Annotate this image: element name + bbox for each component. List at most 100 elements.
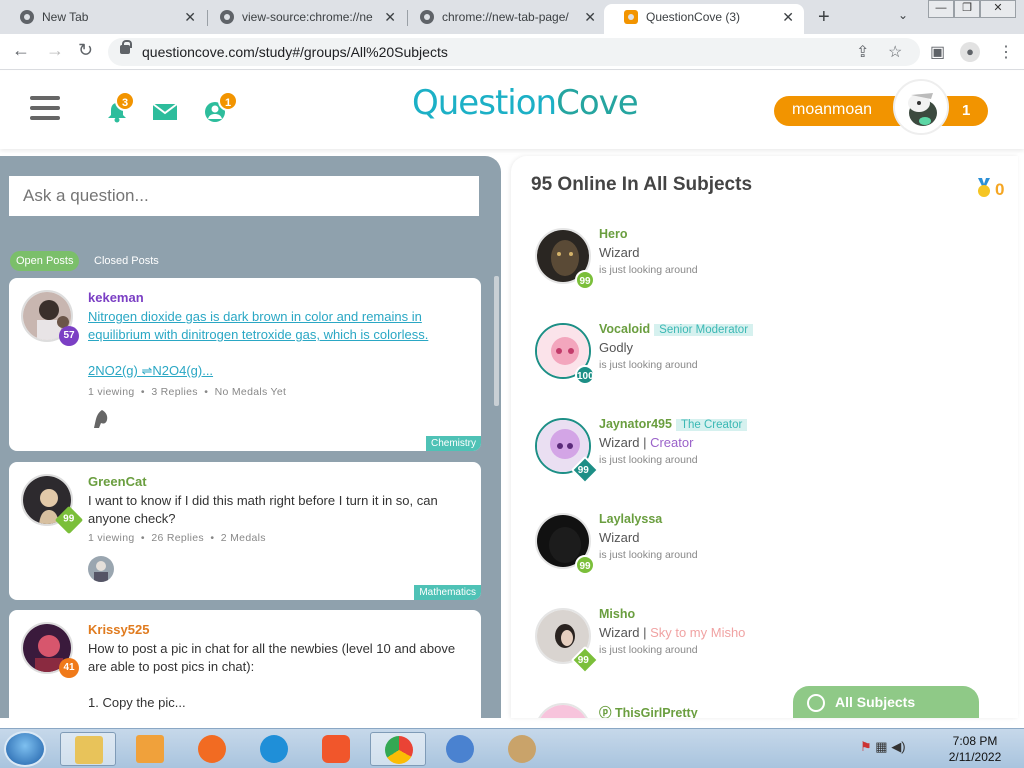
online-user-avatar[interactable] (535, 703, 591, 718)
taskbar-explorer[interactable] (60, 732, 116, 766)
forward-arrow-icon[interactable]: → (46, 40, 64, 61)
messages-envelope-icon[interactable] (152, 101, 178, 123)
online-user-role: Wizard | Creator (599, 435, 694, 450)
chrome-icon (420, 10, 434, 24)
taskbar-firefox[interactable] (184, 732, 240, 766)
role-tag: The Creator (675, 419, 748, 431)
address-bar[interactable]: questioncove.com/study#/groups/All%20Sub… (108, 38, 920, 66)
network-icon[interactable]: ▦ (875, 739, 887, 754)
browser-tab-view-source[interactable]: view-source:chrome://ne ✕ (200, 4, 406, 34)
questioncove-logo[interactable]: QuestionCove (412, 83, 639, 123)
post-card[interactable]: 41 Krissy525 How to post a pic in chat f… (9, 610, 481, 718)
tab-search-chevron-icon[interactable]: ⌄ (898, 8, 908, 22)
action-center-flag-icon[interactable]: ⚑ (860, 739, 872, 754)
post-username[interactable]: GreenCat (88, 474, 147, 489)
online-users-panel: 95 Online In All Subjects 0 99 Hero Wiza… (511, 156, 1018, 718)
user-profile-pill[interactable]: moanmoan 1 (774, 96, 988, 126)
online-username[interactable]: Vocaloid Senior Moderator (599, 322, 754, 336)
infinity-icon (807, 694, 825, 712)
profile-icon[interactable]: ● (960, 42, 980, 62)
subject-tag-mathematics[interactable]: Mathematics (414, 585, 481, 600)
all-subjects-label: All Subjects (835, 694, 916, 710)
chromium-icon (446, 735, 474, 763)
post-text-line: equilibrium with dinitrogen tetroxide ga… (88, 327, 429, 342)
online-username[interactable]: Laylalyssa (599, 512, 662, 526)
post-text[interactable]: Nitrogen dioxide gas is dark brown in co… (88, 308, 458, 380)
online-username[interactable]: Jaynator495 The Creator (599, 417, 748, 431)
online-user[interactable]: 99 Hero Wizard is just looking around (535, 227, 995, 308)
taskbar-brave[interactable] (308, 732, 364, 766)
chrome-icon (220, 10, 234, 24)
questions-panel: Open Posts Closed Posts 57 kekeman Nitro… (0, 156, 501, 718)
online-users-title: 95 Online In All Subjects (531, 174, 753, 195)
new-tab-button[interactable]: + (818, 6, 830, 29)
system-clock[interactable]: 7:08 PM 2/11/2022 (940, 733, 1010, 765)
close-tab-icon[interactable]: ✕ (184, 4, 196, 30)
volume-icon[interactable]: ◀) (891, 739, 905, 754)
chrome-icon (385, 736, 413, 764)
taskbar-chrome[interactable] (370, 732, 426, 766)
post-card[interactable]: 99 GreenCat I want to know if I did this… (9, 462, 481, 600)
taskbar-chromium[interactable] (432, 732, 488, 766)
online-user[interactable]: 99 Jaynator495 The Creator Wizard | Creat… (535, 417, 995, 498)
reload-icon[interactable]: ↻ (78, 40, 93, 61)
taskbar-edge[interactable] (246, 732, 302, 766)
url-text[interactable]: questioncove.com/study#/groups/All%20Sub… (142, 44, 448, 60)
online-user-status: is just looking around (599, 549, 698, 561)
tab-closed-posts[interactable]: Closed Posts (88, 251, 165, 271)
online-username[interactable]: Misho (599, 607, 635, 621)
online-user[interactable]: 99 Laylalyssa Wizard is just looking aro… (535, 512, 995, 593)
bookmark-star-icon[interactable]: ☆ (888, 42, 902, 62)
close-tab-icon[interactable]: ✕ (584, 4, 596, 30)
tab-title: QuestionCove (3) (646, 10, 741, 24)
menu-kebab-icon[interactable]: ⋮ (998, 42, 1014, 62)
tab-open-posts[interactable]: Open Posts (10, 251, 80, 271)
share-icon[interactable]: ⇪ (856, 42, 869, 62)
browser-tab-new-tab-page[interactable]: chrome://new-tab-page/ ✕ (400, 4, 606, 34)
post-text-line: 2NO2(g) ⇌N2O4(g)... (88, 363, 214, 378)
online-user[interactable]: 99 Misho Wizard | Sky to my Misho is jus… (535, 607, 995, 688)
close-window-button[interactable]: ✕ (980, 0, 1016, 18)
clock-date: 2/11/2022 (948, 750, 1002, 764)
windows-taskbar: ⚑ ▦ ◀) 7:08 PM 2/11/2022 (0, 728, 1024, 768)
friends-badge: 1 (218, 91, 238, 111)
online-username[interactable]: ⓟ ThisGirlPretty (599, 702, 698, 718)
tab-title: New Tab (42, 10, 89, 24)
online-user[interactable]: 100 Vocaloid Senior Moderator Godly is ju… (535, 322, 995, 403)
taskbar-paint[interactable] (494, 732, 550, 766)
browser-toolbar: ← → ↻ questioncove.com/study#/groups/All… (0, 34, 1024, 70)
browser-tab-strip: New Tab ✕ view-source:chrome://ne ✕ chro… (0, 0, 1024, 34)
subject-tag-chemistry[interactable]: Chemistry (425, 436, 481, 451)
chrome-icon (20, 10, 34, 24)
post-username[interactable]: Krissy525 (88, 622, 149, 637)
replier-avatar (88, 406, 114, 432)
browser-tab-questioncove[interactable]: QuestionCove (3) ✕ (604, 4, 804, 34)
system-tray: ⚑ ▦ ◀) (860, 739, 906, 755)
hamburger-menu-icon[interactable] (30, 96, 60, 120)
browser-tab-new-tab[interactable]: New Tab ✕ (0, 4, 206, 34)
online-user-status: is just looking around (599, 454, 698, 466)
side-panel-icon[interactable]: ▣ (930, 42, 945, 62)
close-tab-icon[interactable]: ✕ (384, 4, 396, 30)
online-username[interactable]: Hero (599, 227, 627, 241)
paint-palette-icon (508, 735, 536, 763)
post-text[interactable]: How to post a pic in chat for all the ne… (88, 640, 458, 712)
taskbar-media-player[interactable] (122, 732, 178, 766)
user-avatar[interactable] (893, 79, 949, 135)
back-arrow-icon[interactable]: ← (12, 40, 30, 61)
maximize-window-button[interactable]: ❐ (954, 0, 980, 18)
post-text[interactable]: I want to know if I did this math right … (88, 492, 458, 528)
all-subjects-button[interactable]: All Subjects (793, 686, 979, 718)
role-tag: Senior Moderator (654, 324, 754, 336)
scrollbar[interactable] (494, 276, 499, 406)
edge-icon (260, 735, 288, 763)
windows-start-button[interactable] (4, 731, 46, 767)
medal-count: 0 (995, 180, 1005, 199)
close-tab-icon[interactable]: ✕ (782, 4, 794, 30)
ask-question-input[interactable] (9, 176, 479, 216)
post-card[interactable]: 57 kekeman Nitrogen dioxide gas is dark … (9, 278, 481, 451)
minimize-window-button[interactable]: — (928, 0, 954, 18)
post-username[interactable]: kekeman (88, 290, 144, 305)
clock-time: 7:08 PM (952, 734, 998, 748)
post-meta: 1 viewing • 26 Replies • 2 Medals (88, 532, 266, 544)
